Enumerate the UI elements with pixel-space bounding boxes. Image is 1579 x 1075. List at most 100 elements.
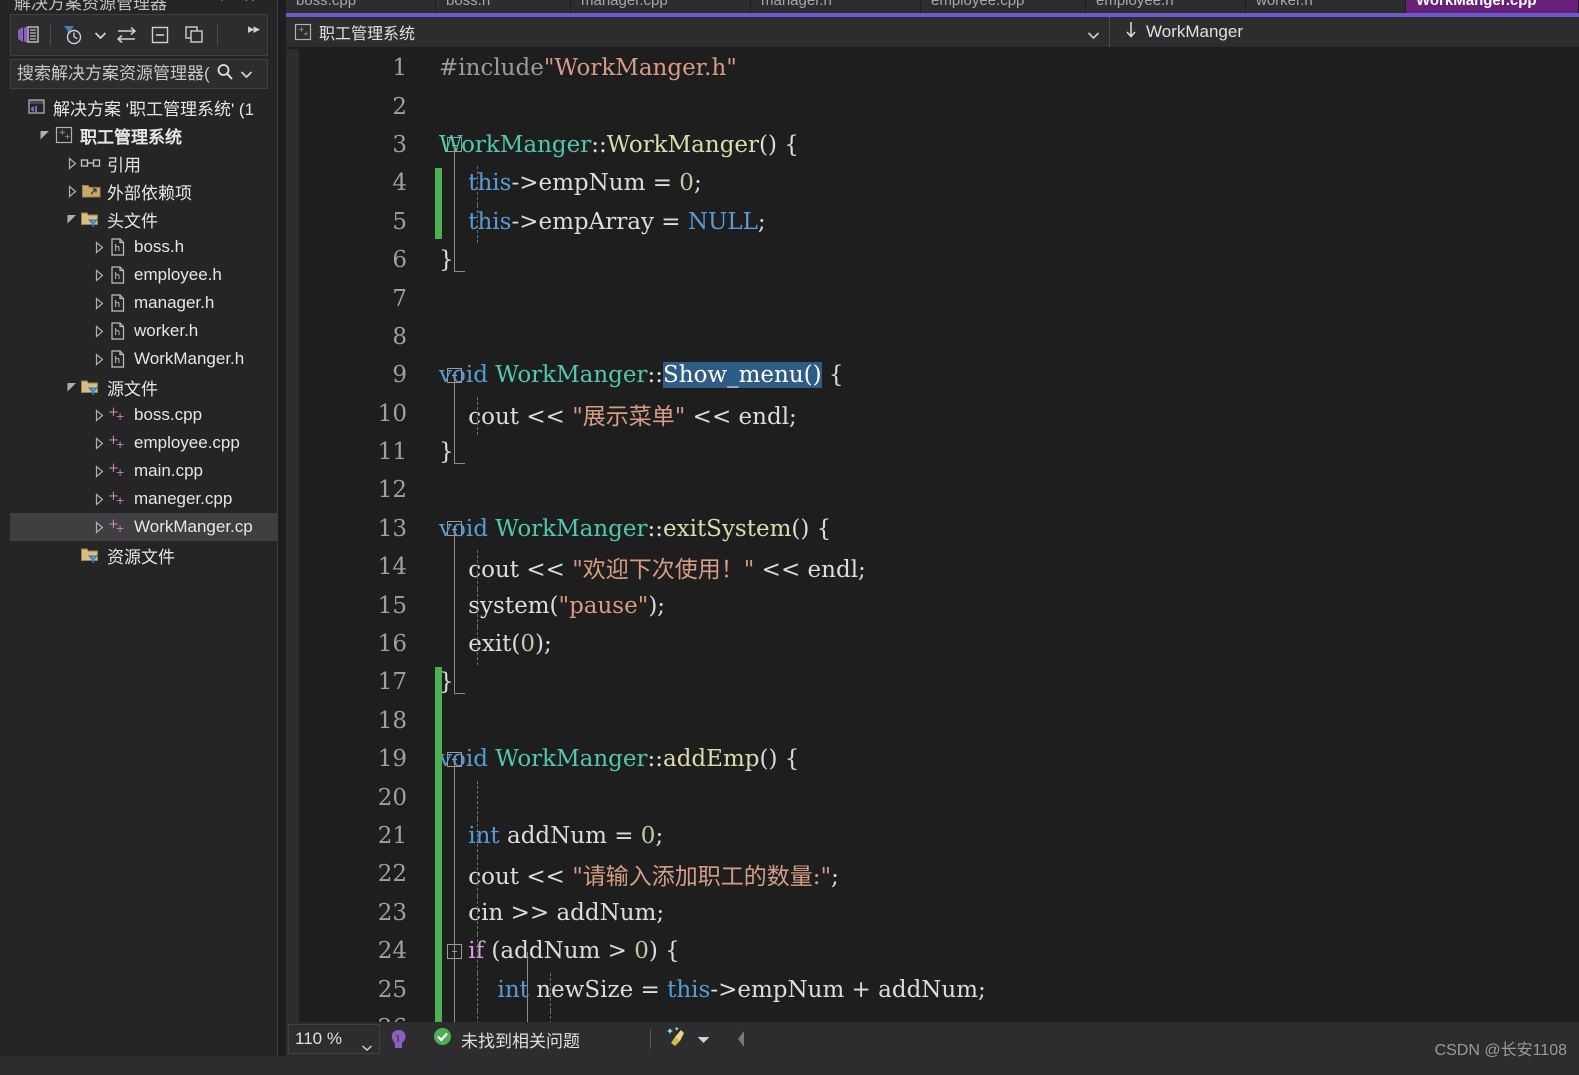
code-line[interactable]: 8	[299, 318, 1579, 356]
tree-item[interactable]: + + boss.cpp	[10, 401, 278, 429]
code-line[interactable]: 2	[299, 87, 1579, 125]
code-cleanup-control[interactable]	[665, 1022, 709, 1056]
code-line[interactable]: 24– if (addNum > 0) {	[299, 932, 1579, 970]
tree-item[interactable]: + + main.cpp	[10, 457, 278, 485]
chevron-right-icon[interactable]	[64, 177, 80, 205]
code-line[interactable]: 7	[299, 279, 1579, 317]
panel-window-buttons[interactable]: ⌐✕	[221, 0, 270, 6]
code-line[interactable]: 3– WorkManger::WorkManger() {	[299, 126, 1579, 164]
code-line[interactable]: 11}	[299, 433, 1579, 471]
code-line[interactable]: 9– void WorkManger::Show_menu() {	[299, 356, 1579, 394]
editor-tab[interactable]: manager.cpp	[571, 0, 751, 13]
tree-item[interactable]: 解决方案 '职工管理系统' (1	[10, 93, 278, 121]
tree-item[interactable]: 头文件	[10, 205, 278, 233]
code-cleanup-broom-icon[interactable]	[665, 1025, 689, 1054]
search-input[interactable]	[17, 64, 213, 84]
problem-status[interactable]: 未找到相关问题	[432, 1022, 580, 1056]
code-line[interactable]: 17}	[299, 663, 1579, 701]
editor-tab[interactable]: manager.h	[751, 0, 921, 13]
chevron-right-icon[interactable]	[91, 261, 107, 289]
tree-item[interactable]: 资源文件	[10, 541, 278, 569]
code-cleanup-chevron-down-icon[interactable]	[698, 1030, 709, 1048]
code-token: (addNum >	[484, 938, 635, 965]
editor-tab[interactable]: boss.h	[436, 0, 571, 13]
tree-item-selected[interactable]: + + WorkManger.cp	[10, 513, 278, 541]
tree-item[interactable]: 源文件	[10, 373, 278, 401]
code-token: void	[439, 362, 488, 389]
code-text-area[interactable]: 1 #include"WorkManger.h" 2 3– WorkManger::Wo…	[299, 49, 1579, 1022]
toolbar-overflow-icon[interactable]: ▸▸	[248, 21, 260, 37]
navbar-project-chevron-down-icon[interactable]	[1087, 26, 1100, 44]
tree-item[interactable]: h boss.h	[10, 233, 278, 261]
chevron-right-icon[interactable]	[91, 289, 107, 317]
editor-tab-active[interactable]: WorkManger.cpp	[1406, 0, 1579, 13]
code-line[interactable]: 20	[299, 778, 1579, 816]
code-line[interactable]: 13– void WorkManger::exitSystem() {	[299, 510, 1579, 548]
editor-tab[interactable]: boss.cpp	[286, 0, 436, 13]
tree-item[interactable]: h worker.h	[10, 317, 278, 345]
chevron-down-filled-icon[interactable]	[64, 373, 80, 401]
code-line[interactable]: 15 system("pause");	[299, 586, 1579, 624]
zoom-level-control[interactable]: 110 %	[288, 1024, 380, 1054]
tree-item[interactable]: h employee.h	[10, 261, 278, 289]
code-line[interactable]: 12	[299, 471, 1579, 509]
collapse-all-icon[interactable]	[144, 20, 178, 50]
code-line[interactable]: 1 #include"WorkManger.h"	[299, 49, 1579, 87]
chevron-right-icon[interactable]	[91, 485, 107, 513]
tree-item[interactable]: + + 职工管理系统	[10, 121, 278, 149]
tree-item[interactable]: h manager.h	[10, 289, 278, 317]
sync-with-active-document-icon[interactable]	[110, 20, 144, 50]
svg-text:h: h	[115, 300, 121, 310]
properties-window-icon[interactable]	[178, 20, 212, 50]
chevron-down-filled-icon[interactable]	[64, 205, 80, 233]
code-line[interactable]: 5 this->empArray = NULL;	[299, 203, 1579, 241]
chevron-right-icon[interactable]	[64, 149, 80, 177]
code-line[interactable]: 26	[299, 1009, 1579, 1022]
code-line[interactable]: 6}	[299, 241, 1579, 279]
cpp-file-icon: + +	[107, 488, 129, 510]
zoom-chevron-down-icon[interactable]	[362, 1036, 372, 1056]
navbar-member-dropdown[interactable]: WorkManger	[1110, 20, 1243, 45]
code-line[interactable]: 18	[299, 702, 1579, 740]
search-dropdown-chevron-down-icon[interactable]	[240, 65, 253, 83]
code-line[interactable]: 25 int newSize = this->empNum + addNum;	[299, 970, 1579, 1008]
code-line[interactable]: 14 cout << "欢迎下次使用！" << endl;	[299, 548, 1579, 586]
code-line[interactable]: 4 this->empNum = 0;	[299, 164, 1579, 202]
editor-tab[interactable]: employee.h	[1086, 0, 1246, 13]
code-line[interactable]: 21 int addNum = 0;	[299, 817, 1579, 855]
tree-item[interactable]: h WorkManger.h	[10, 345, 278, 373]
code-line[interactable]: 23 cin >> addNum;	[299, 894, 1579, 932]
chevron-right-icon[interactable]	[91, 317, 107, 345]
scroll-left-arrow-icon[interactable]	[735, 1022, 749, 1056]
code-line[interactable]: 19– void WorkManger::addEmp() {	[299, 740, 1579, 778]
code-line[interactable]: 10 cout << "展示菜单" << endl;	[299, 395, 1579, 433]
editor-tab-strip[interactable]: boss.cpp boss.h manager.cpp manager.h employ…	[286, 0, 1579, 13]
code-line[interactable]: 22 cout << "请输入添加职工的数量:";	[299, 855, 1579, 893]
solution-tree[interactable]: 解决方案 '职工管理系统' (1 + + 职工管理系统 引用 外部依赖项 头文件 h boss.…	[10, 93, 278, 1053]
visual-studio-home-icon[interactable]	[11, 20, 45, 50]
tree-item[interactable]: 外部依赖项	[10, 177, 278, 205]
chevron-down-filled-icon[interactable]	[37, 121, 53, 149]
editor-tab[interactable]: employee.cpp	[921, 0, 1086, 13]
chevron-right-icon[interactable]	[91, 513, 107, 541]
tree-item[interactable]: + + employee.cpp	[10, 429, 278, 457]
solution-explorer-search-box[interactable]	[10, 59, 268, 89]
chevron-right-icon[interactable]	[91, 429, 107, 457]
navbar-project-dropdown[interactable]: + + 职工管理系统	[286, 17, 1110, 47]
tree-item[interactable]: 引用	[10, 149, 278, 177]
tree-item[interactable]: + + maneger.cpp	[10, 485, 278, 513]
code-line[interactable]: 16 exit(0);	[299, 625, 1579, 663]
pending-changes-dropdown-icon[interactable]	[90, 20, 110, 50]
pending-changes-clock-icon[interactable]	[56, 20, 90, 50]
search-magnifier-icon[interactable]	[215, 62, 235, 87]
chevron-right-icon[interactable]	[91, 345, 107, 373]
chevron-right-icon[interactable]	[91, 233, 107, 261]
intellisense-brain-icon[interactable]	[388, 1022, 410, 1056]
editor-tab[interactable]: worker.h	[1246, 0, 1406, 13]
code-token: cout <<	[439, 864, 573, 891]
code-editor[interactable]: 1 #include"WorkManger.h" 2 3– WorkManger::Wo…	[286, 49, 1579, 1022]
chevron-right-icon[interactable]	[91, 401, 107, 429]
chevron-right-icon[interactable]	[91, 457, 107, 485]
